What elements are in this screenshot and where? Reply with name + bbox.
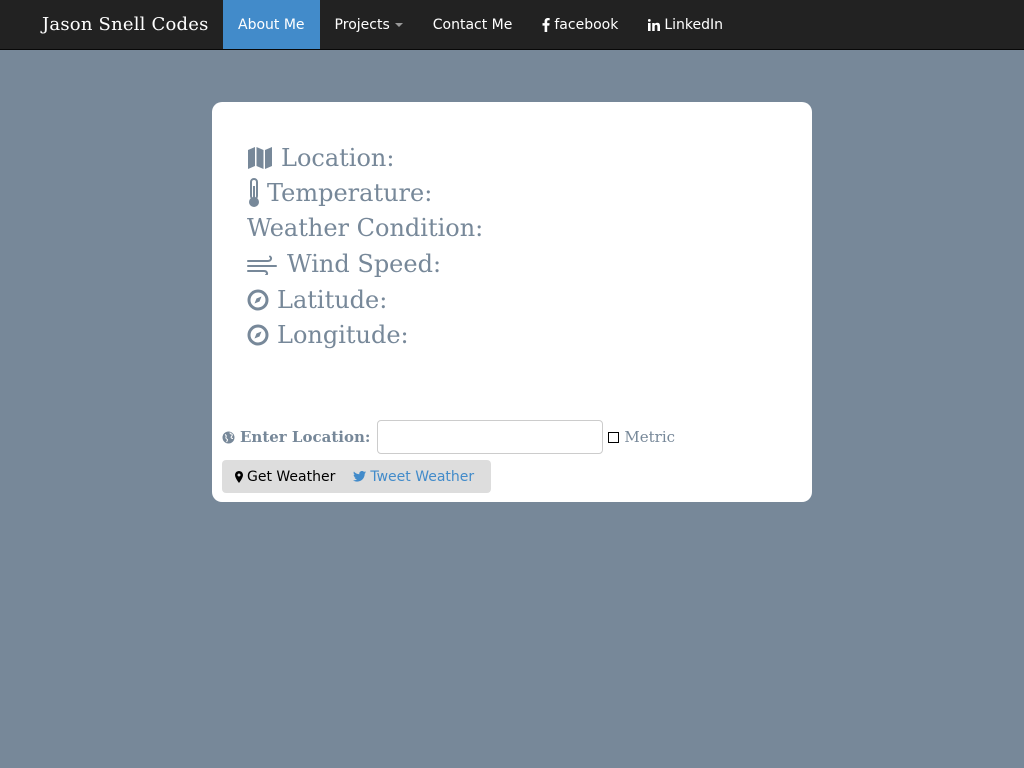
location-label: Location: [281,144,395,172]
caret-down-icon [394,22,403,27]
longitude-label: Longitude: [277,321,409,349]
navbar: Jason Snell Codes About Me Projects Cont… [0,0,1024,50]
tweet-weather-label: Tweet Weather [370,468,475,485]
nav-item-about-me[interactable]: About Me [223,0,320,49]
location-line: Location: [247,144,394,172]
nav-item-linkedin[interactable]: LinkedIn [633,0,738,49]
metric-checkbox[interactable] [608,431,620,443]
compass-icon [247,289,269,311]
linkedin-icon [648,18,661,31]
get-weather-button[interactable]: Get Weather [222,460,344,493]
action-button-group: Get Weather Tweet Weather [222,460,491,493]
metric-option: Metric [608,428,675,446]
globe-icon [222,431,235,444]
location-input[interactable] [377,420,604,454]
enter-location-label: Enter Location: [222,428,370,446]
condition-line: Weather Condition: [247,214,483,242]
nav-item-projects[interactable]: Projects [320,0,418,49]
twitter-icon [353,471,367,482]
navbar-nav: About Me Projects Contact Me facebook Li… [223,0,738,50]
nav-item-label: About Me [238,16,305,33]
wind-line: Wind Speed: [247,250,441,278]
nav-item-label: Contact Me [432,16,513,33]
enter-location-text: Enter Location: [240,428,371,446]
weather-card: Location: Temperature: Weather Condition… [212,102,812,502]
metric-label: Metric [624,428,676,446]
longitude-line: Longitude: [247,321,409,349]
condition-label: Weather Condition: [247,214,484,242]
latitude-label: Latitude: [277,286,388,314]
map-icon [247,145,273,171]
wind-label: Wind Speed: [287,250,442,278]
nav-item-contact-me[interactable]: Contact Me [418,0,528,49]
nav-item-label: Projects [334,16,390,33]
nav-item-facebook[interactable]: facebook [527,0,633,49]
navbar-brand[interactable]: Jason Snell Codes [42,0,209,50]
tweet-weather-button[interactable]: Tweet Weather [344,460,483,493]
thermometer-icon [247,178,261,208]
nav-item-label: facebook [554,16,619,33]
facebook-icon [542,17,551,32]
compass-icon [247,324,269,346]
temperature-label: Temperature: [267,179,433,207]
map-marker-icon [235,470,243,483]
location-form-row: Enter Location: Metric [222,420,675,454]
wind-icon [247,253,279,275]
get-weather-label: Get Weather [247,468,336,485]
temperature-line: Temperature: [247,178,432,208]
latitude-line: Latitude: [247,286,387,314]
nav-item-label: LinkedIn [664,16,724,33]
